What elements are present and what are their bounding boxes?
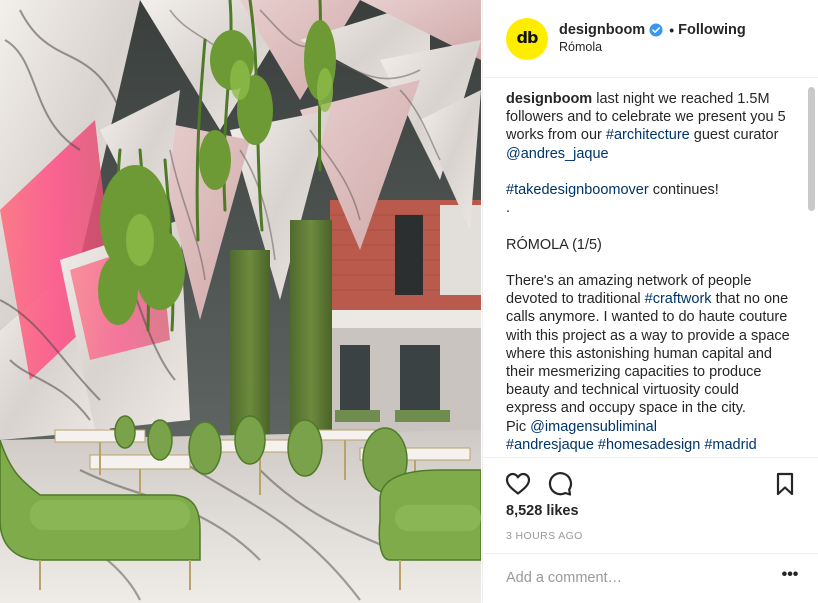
post-header: db designboom • Following Rómola <box>483 0 818 78</box>
avatar-logo-text: db <box>516 28 539 47</box>
caption-username-link[interactable]: designboom <box>506 91 592 107</box>
caption-text: continues! <box>648 182 719 198</box>
action-bar <box>483 457 818 509</box>
following-button[interactable]: Following <box>678 22 746 38</box>
verified-badge-icon <box>649 23 663 37</box>
caption-paragraph: #andresjaque #homesadesign #madrid <box>506 436 791 454</box>
hashtag-link[interactable]: #takedesignboomover <box>506 182 649 198</box>
hashtag-link[interactable]: #homesadesign <box>598 437 700 453</box>
caption-text: that no one calls anymore. I wanted to d… <box>506 291 790 417</box>
caption-paragraph: There's an amazing network of people dev… <box>506 272 791 418</box>
username-link[interactable]: designboom <box>559 22 645 38</box>
hashtag-link[interactable]: #madrid <box>704 437 756 453</box>
likes-count[interactable]: 8,528 likes <box>506 503 579 519</box>
post-photo[interactable] <box>0 0 481 603</box>
caption: designboom last night we reached 1.5M fo… <box>506 90 791 454</box>
hashtag-link[interactable]: #craftwork <box>645 291 712 307</box>
caption-heading: RÓMOLA (1/5) <box>506 236 602 253</box>
avatar[interactable]: db <box>506 18 548 60</box>
mention-link[interactable]: @andres_jaque <box>506 146 609 162</box>
location-link[interactable]: Rómola <box>559 40 602 54</box>
heart-icon[interactable] <box>504 470 532 498</box>
caption-text: Pic <box>506 418 531 435</box>
mention-link[interactable]: @imagensubliminal <box>530 419 657 435</box>
caption-paragraph: designboom last night we reached 1.5M fo… <box>506 90 791 163</box>
caption-paragraph: Pic @imagensubliminal <box>506 418 791 436</box>
caption-scroll-area[interactable]: designboom last night we reached 1.5M fo… <box>483 79 818 457</box>
post-timestamp[interactable]: 3 HOURS AGO <box>506 530 583 542</box>
comment-bar: ••• <box>483 553 818 603</box>
post-details-panel: db designboom • Following Rómola designb… <box>482 0 818 603</box>
caption-text: guest curator <box>689 127 779 144</box>
caption-dot: . <box>506 200 511 217</box>
more-options-icon[interactable]: ••• <box>779 567 801 588</box>
comment-input[interactable] <box>506 567 766 589</box>
scrollbar-thumb[interactable] <box>808 87 815 211</box>
restaurant-interior-photo <box>0 0 481 603</box>
hashtag-link[interactable]: #andresjaque <box>506 437 594 453</box>
caption-paragraph: #takedesignboomover continues! <box>506 181 791 199</box>
comment-icon[interactable] <box>545 470 573 498</box>
bookmark-icon[interactable] <box>771 470 799 498</box>
separator-dot: • <box>669 22 675 38</box>
hashtag-link[interactable]: #architecture <box>606 127 690 143</box>
